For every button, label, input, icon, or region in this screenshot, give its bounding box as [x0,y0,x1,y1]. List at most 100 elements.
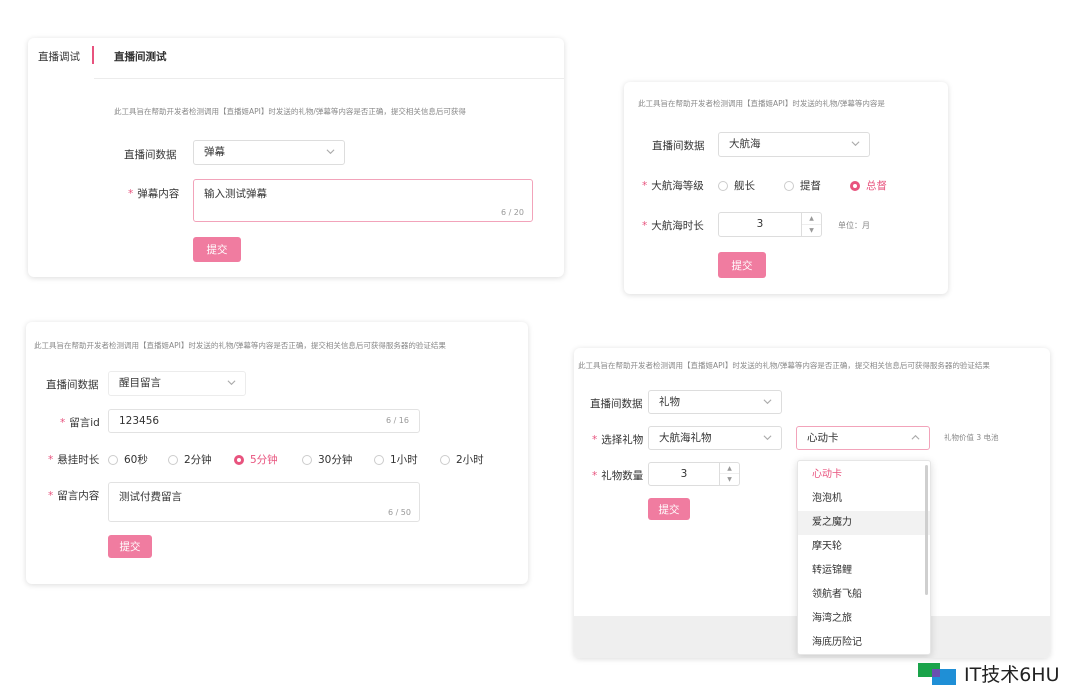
watermark: IT技术6HU [918,656,1078,688]
message-content-textarea[interactable]: 测试付费留言 6 / 50 [108,482,420,522]
room-data-label: 直播间数据 [590,398,643,410]
room-data-select[interactable]: 弹幕 [193,140,345,165]
message-id-char-count: 6 / 16 [385,416,409,425]
room-data-select[interactable]: 大航海 [718,132,870,157]
gift-category-value: 大航海礼物 [659,432,712,444]
sidebar-active-indicator [92,46,94,64]
stepper-down-icon[interactable]: ▼ [802,225,821,237]
gift-category-select[interactable]: 大航海礼物 [648,426,782,450]
radio-guard-admiral[interactable]: 提督 [784,178,821,193]
radio-label: 30分钟 [318,454,353,466]
radio-label: 提督 [800,180,821,192]
panel-guard-test: 此工具旨在帮助开发者检测调用【直播姬API】时发送的礼物/弹幕等内容是 直播间数… [624,82,948,294]
gift-select[interactable]: 心动卡 [796,426,930,450]
gift-option[interactable]: 爱之魔力 [798,511,930,535]
radio-circle [784,180,794,191]
chevron-up-icon [911,433,920,442]
chevron-down-icon [763,433,772,442]
danmaku-content-value: 输入测试弹幕 [204,188,267,200]
gift-option[interactable]: 转运锦鲤 [798,559,930,583]
message-id-label: * 留言id [60,417,100,429]
danmaku-content-label: * 弹幕内容 [128,188,180,200]
radio-label: 1小时 [390,454,418,466]
room-data-select[interactable]: 醒目留言 [108,371,246,396]
radio-30min[interactable]: 30分钟 [302,452,352,467]
panel-super-chat-test: 此工具旨在帮助开发者检测调用【直播姬API】时发送的礼物/弹幕等内容是否正确，提… [26,322,528,584]
message-id-input[interactable]: 123456 6 / 16 [108,409,420,433]
gift-dropdown-menu: 心动卡 泡泡机 爱之魔力 摩天轮 转运锦鲤 领航者飞船 海湾之旅 海底历险记 [797,460,931,655]
room-data-select-value: 醒目留言 [119,377,161,389]
radio-5min[interactable]: 5分钟 [234,452,278,467]
stepper-up-icon[interactable]: ▲ [720,463,739,474]
chevron-down-icon [227,378,236,387]
watermark-logo-icon [918,660,958,686]
gift-option[interactable]: 海湾之旅 [798,607,930,631]
radio-label: 总督 [866,180,887,192]
submit-button[interactable]: 提交 [648,498,690,520]
submit-button[interactable]: 提交 [718,252,766,278]
chevron-down-icon [326,147,335,156]
radio-circle [374,454,384,465]
gift-select-value: 心动卡 [807,432,839,444]
chevron-down-icon [763,397,772,406]
tool-description: 此工具旨在帮助开发者检测调用【直播姬API】时发送的礼物/弹幕等内容是 [638,99,885,108]
message-content-char-count: 6 / 50 [387,508,411,517]
room-data-select[interactable]: 礼物 [648,390,782,414]
header-divider [94,78,564,79]
radio-circle-checked [234,454,244,465]
gift-option[interactable]: 领航者飞船 [798,583,930,607]
submit-button[interactable]: 提交 [193,237,241,262]
dropdown-scrollbar[interactable] [925,465,928,595]
radio-guard-governor[interactable]: 总督 [850,178,887,193]
gift-option[interactable]: 海底历险记 [798,631,930,655]
guard-level-label: * 大航海等级 [642,180,704,192]
submit-button[interactable]: 提交 [108,535,152,558]
panel-gift-test: 此工具旨在帮助开发者检测调用【直播姬API】时发送的礼物/弹幕等内容是否正确，提… [574,348,1050,658]
stepper-arrows: ▲ ▼ [719,463,739,485]
sidebar-item-live-debug[interactable]: 直播调试 [38,49,80,64]
gift-quantity-stepper[interactable]: 3 ▲ ▼ [648,462,740,486]
radio-label: 5分钟 [250,454,278,466]
stepper-down-icon[interactable]: ▼ [720,474,739,485]
room-data-select-value: 大航海 [729,138,761,150]
room-data-select-value: 弹幕 [204,146,225,158]
hang-duration-label: * 悬挂时长 [48,454,100,466]
radio-circle [168,454,178,465]
tool-description: 此工具旨在帮助开发者检测调用【直播姬API】时发送的礼物/弹幕等内容是否正确，提… [34,341,446,350]
radio-label: 60秒 [124,454,148,466]
danmaku-char-count: 6 / 20 [500,208,524,217]
watermark-text: IT技术6HU [964,664,1060,686]
duration-unit: 单位：月 [838,221,870,230]
stepper-up-icon[interactable]: ▲ [802,213,821,225]
message-id-value: 123456 [119,415,160,427]
radio-1h[interactable]: 1小时 [374,452,418,467]
room-data-select-value: 礼物 [659,396,680,408]
message-content-label: * 留言内容 [48,490,100,502]
message-content-value: 测试付费留言 [119,491,182,503]
radio-2h[interactable]: 2小时 [440,452,484,467]
radio-guard-captain[interactable]: 舰长 [718,178,755,193]
danmaku-content-textarea[interactable]: 输入测试弹幕 6 / 20 [193,179,533,222]
radio-circle-checked [850,180,860,191]
gift-option[interactable]: 摩天轮 [798,535,930,559]
radio-2min[interactable]: 2分钟 [168,452,212,467]
stepper-value: 3 [680,468,688,480]
gift-label: * 选择礼物 [592,434,644,446]
stepper-value: 3 [756,218,764,230]
gift-option[interactable]: 泡泡机 [798,487,930,511]
gift-price-text: 礼物价值 3 电池 [944,433,999,442]
guard-duration-label: * 大航海时长 [642,220,704,232]
gift-option[interactable]: 心动卡 [798,463,930,487]
guard-duration-stepper[interactable]: 3 ▲ ▼ [718,212,822,237]
stepper-arrows: ▲ ▼ [801,213,821,236]
tool-description: 此工具旨在帮助开发者检测调用【直播姬API】时发送的礼物/弹幕等内容是否正确，提… [114,107,466,116]
page-title: 直播间测试 [114,51,167,63]
chevron-down-icon [851,139,860,148]
radio-label: 2小时 [456,454,484,466]
room-data-label: 直播间数据 [46,379,99,391]
radio-circle [302,454,312,465]
radio-60s[interactable]: 60秒 [108,452,148,467]
gift-quantity-label: * 礼物数量 [592,470,644,482]
tool-description: 此工具旨在帮助开发者检测调用【直播姬API】时发送的礼物/弹幕等内容是否正确，提… [578,361,990,370]
radio-label: 舰长 [734,180,755,192]
